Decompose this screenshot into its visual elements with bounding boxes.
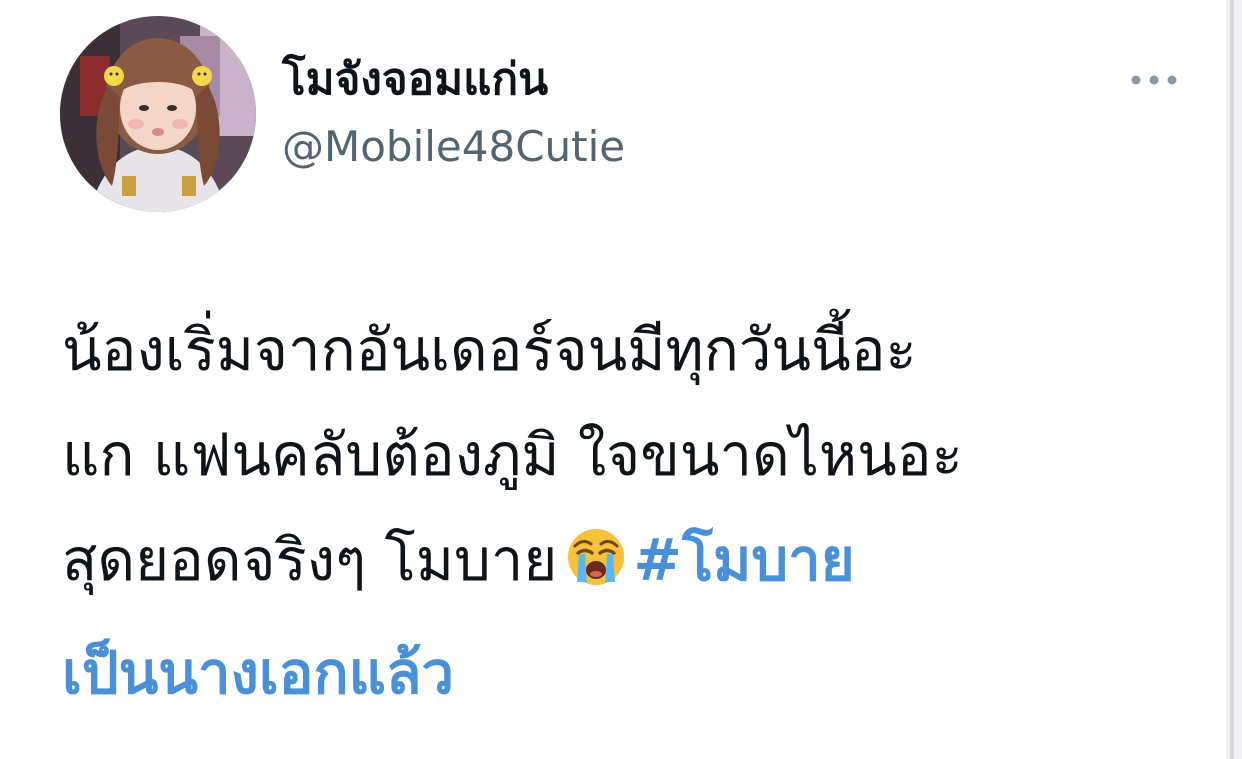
- tweet-line-1: น้องเริ่มจากอันเดอร์จนมีทุกวันนี้อะ: [62, 316, 917, 384]
- hashtag-link-continued[interactable]: เป็นนางเอกแล้ว: [62, 621, 1182, 726]
- avatar-photo: [60, 16, 256, 212]
- tweet-text: น้องเริ่มจากอันเดอร์จนมีทุกวันนี้อะ แก แ…: [62, 298, 1182, 726]
- hashtag-link[interactable]: #โมบาย: [633, 526, 854, 594]
- tweet-line-3-text: สุดยอดจริงๆ โมบาย: [62, 526, 558, 594]
- scrollbar-track[interactable]: [1226, 0, 1242, 759]
- tweet-line-3: สุดยอดจริงๆ โมบาย #โมบาย: [62, 508, 1182, 621]
- more-dots-icon: [1131, 75, 1177, 85]
- author-avatar[interactable]: [60, 16, 256, 212]
- author-display-name[interactable]: โมจังจอมแก่น: [282, 50, 548, 110]
- author-handle[interactable]: @Mobile48Cutie: [282, 118, 625, 176]
- tweet-line-2: แก แฟนคลับต้องภูมิ ใจขนาดไหนอะ: [62, 421, 963, 489]
- loudly-crying-face-emoji-icon: [565, 516, 627, 621]
- more-options-button[interactable]: [1126, 62, 1182, 98]
- scrollbar-thumb[interactable]: [1230, 0, 1234, 759]
